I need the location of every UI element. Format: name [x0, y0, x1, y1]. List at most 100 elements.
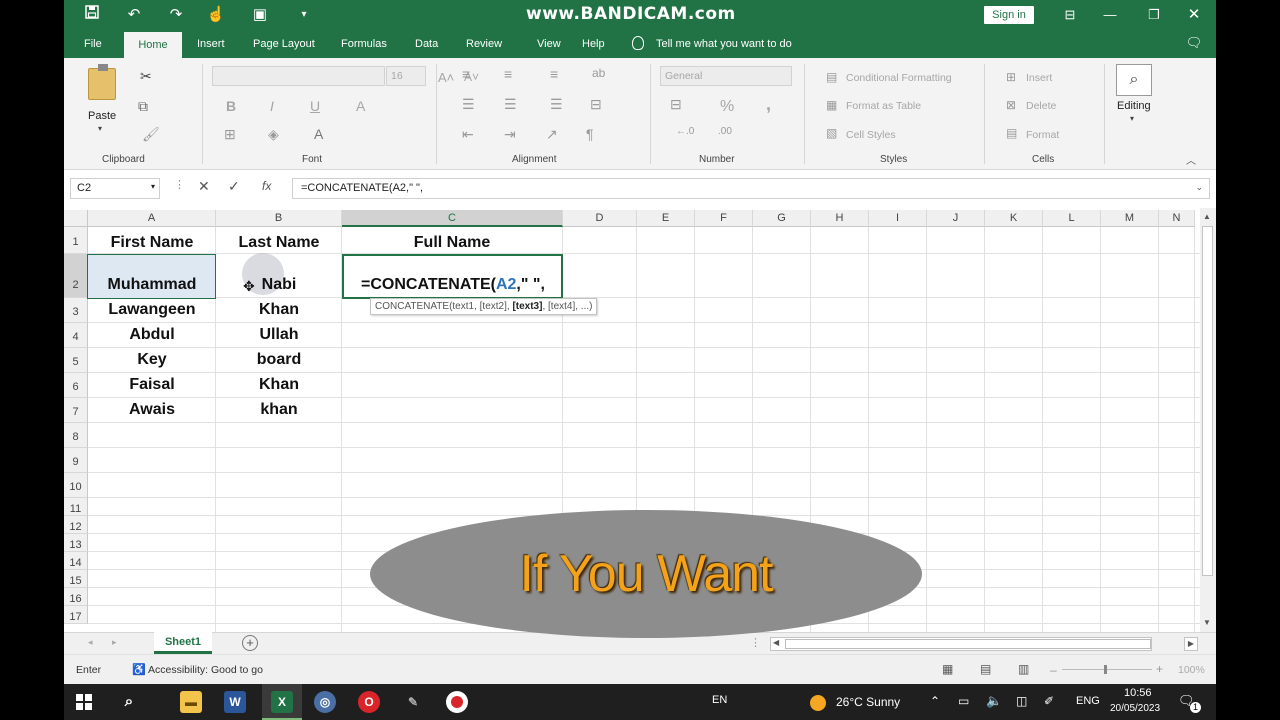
- opera-icon[interactable]: O: [358, 691, 380, 713]
- word-icon[interactable]: W: [224, 691, 246, 713]
- enter-formula-icon[interactable]: ✓: [228, 178, 240, 195]
- column-header-a[interactable]: A: [88, 210, 216, 227]
- cell-a2[interactable]: Muhammad: [88, 276, 216, 294]
- comments-icon[interactable]: 🗨: [1184, 33, 1204, 53]
- tell-me-search[interactable]: Tell me what you want to do: [656, 38, 792, 50]
- bold-button[interactable]: B: [226, 98, 236, 114]
- increase-indent-icon[interactable]: ⇥: [504, 126, 516, 143]
- horizontal-scroll-thumb[interactable]: [785, 639, 1151, 649]
- zoom-slider-thumb[interactable]: [1104, 665, 1107, 674]
- column-header-m[interactable]: M: [1101, 210, 1159, 227]
- accounting-format-icon[interactable]: ⊟: [670, 96, 682, 113]
- column-header-b[interactable]: B: [216, 210, 342, 227]
- tab-home[interactable]: Home: [124, 32, 182, 58]
- row-header-9[interactable]: 9: [64, 448, 88, 473]
- cell-b3[interactable]: Khan: [216, 301, 342, 319]
- column-header-n[interactable]: N: [1159, 210, 1195, 227]
- grow-font-icon[interactable]: A˄: [438, 70, 454, 85]
- format-cells-button[interactable]: Format: [1026, 129, 1059, 141]
- insert-function-button[interactable]: fx: [262, 179, 271, 193]
- search-icon[interactable]: ⌕: [1116, 64, 1152, 96]
- paste-dropdown-icon[interactable]: ▾: [98, 124, 102, 133]
- cell-b1[interactable]: Last Name: [216, 234, 342, 252]
- font-name-box[interactable]: [212, 66, 385, 86]
- fill-color-icon[interactable]: ◈: [268, 126, 279, 143]
- app-icon[interactable]: ◎: [314, 691, 336, 713]
- normal-view-icon[interactable]: ▦: [942, 662, 953, 676]
- row-header-8[interactable]: 8: [64, 423, 88, 448]
- volume-icon[interactable]: 🔈: [986, 693, 1002, 709]
- pen-app-icon[interactable]: ✎: [402, 691, 424, 713]
- cell-b6[interactable]: Khan: [216, 376, 342, 394]
- cell-b2[interactable]: Nabi: [216, 276, 342, 294]
- align-right-icon[interactable]: ☰: [550, 96, 563, 113]
- language-indicator[interactable]: ENG: [1076, 695, 1100, 707]
- add-sheet-button[interactable]: +: [242, 635, 258, 651]
- tab-help[interactable]: Help: [582, 38, 605, 50]
- conditional-formatting-button[interactable]: Conditional Formatting: [846, 72, 952, 84]
- tab-formulas[interactable]: Formulas: [341, 38, 387, 50]
- weather-status[interactable]: 26°C Sunny: [836, 695, 900, 709]
- italic-button[interactable]: I: [270, 98, 274, 114]
- save-icon[interactable]: [82, 5, 102, 25]
- tab-review[interactable]: Review: [466, 38, 502, 50]
- sheet-tab-sheet1[interactable]: Sheet1: [154, 632, 212, 654]
- scroll-left-icon[interactable]: ◀: [773, 638, 779, 647]
- increase-decimal-icon[interactable]: ←.0: [676, 126, 694, 137]
- undo-icon[interactable]: ↶: [124, 5, 144, 25]
- row-header-15[interactable]: 15: [64, 570, 88, 588]
- vertical-scrollbar[interactable]: ▲ ▼: [1200, 208, 1216, 632]
- row-header-17[interactable]: 17: [64, 606, 88, 624]
- align-top-icon[interactable]: ≡: [462, 66, 470, 82]
- row-header-5[interactable]: 5: [64, 348, 88, 373]
- clock-time[interactable]: 10:56: [1124, 687, 1152, 699]
- vertical-scroll-thumb[interactable]: [1202, 226, 1213, 576]
- horizontal-scrollbar[interactable]: ◀: [770, 637, 1152, 651]
- row-header-14[interactable]: 14: [64, 552, 88, 570]
- name-box[interactable]: C2 ▾: [70, 178, 160, 199]
- redo-icon[interactable]: ↷: [166, 5, 186, 25]
- cell-c1[interactable]: Full Name: [342, 234, 562, 252]
- editing-button[interactable]: Editing: [1117, 100, 1151, 112]
- decrease-decimal-icon[interactable]: .00: [718, 126, 732, 137]
- row-header-6[interactable]: 6: [64, 373, 88, 398]
- zoom-out-icon[interactable]: –: [1050, 663, 1057, 677]
- battery-icon[interactable]: ▭: [958, 694, 969, 708]
- scroll-up-icon[interactable]: ▲: [1203, 212, 1211, 221]
- tab-view[interactable]: View: [537, 38, 561, 50]
- cell-a3[interactable]: Lawangeen: [88, 301, 216, 319]
- expand-formula-icon[interactable]: ⌄: [1195, 182, 1203, 193]
- zoom-in-icon[interactable]: +: [1156, 662, 1163, 676]
- cell-c2[interactable]: =CONCATENATE(A2," ",: [361, 276, 561, 294]
- cell-a5[interactable]: Key: [88, 351, 216, 369]
- tab-page-layout[interactable]: Page Layout: [253, 38, 315, 50]
- insert-cells-icon[interactable]: ⊞: [1006, 70, 1016, 84]
- text-direction-icon[interactable]: ¶: [586, 126, 594, 142]
- row-header-4[interactable]: 4: [64, 323, 88, 348]
- scroll-right-icon[interactable]: ▶: [1184, 637, 1198, 651]
- page-layout-view-icon[interactable]: ▤: [980, 662, 991, 676]
- decrease-indent-icon[interactable]: ⇤: [462, 126, 474, 143]
- paste-icon[interactable]: [88, 68, 116, 100]
- show-hidden-icons[interactable]: ⌃: [930, 694, 940, 708]
- column-header-i[interactable]: I: [869, 210, 927, 227]
- column-header-k[interactable]: K: [985, 210, 1043, 227]
- zoom-level[interactable]: 100%: [1178, 664, 1205, 676]
- column-header-g[interactable]: G: [753, 210, 811, 227]
- quick-access-icon[interactable]: ▣: [250, 5, 270, 25]
- font-size-box[interactable]: 16: [386, 66, 426, 86]
- cell-a6[interactable]: Faisal: [88, 376, 216, 394]
- cell-styles-button[interactable]: Cell Styles: [846, 129, 896, 141]
- file-explorer-icon[interactable]: ▬: [180, 691, 202, 713]
- cancel-formula-icon[interactable]: ✕: [198, 178, 210, 195]
- column-header-h[interactable]: H: [811, 210, 869, 227]
- format-as-table-button[interactable]: Format as Table: [846, 100, 921, 112]
- paste-button[interactable]: Paste: [88, 110, 116, 122]
- column-header-f[interactable]: F: [695, 210, 753, 227]
- ribbon-display-icon[interactable]: ⊟: [1060, 5, 1080, 25]
- column-header-l[interactable]: L: [1043, 210, 1101, 227]
- number-format-box[interactable]: General: [660, 66, 792, 86]
- row-header-2[interactable]: 2: [64, 254, 88, 298]
- sign-in-button[interactable]: Sign in: [984, 6, 1034, 24]
- zoom-slider[interactable]: [1062, 669, 1152, 670]
